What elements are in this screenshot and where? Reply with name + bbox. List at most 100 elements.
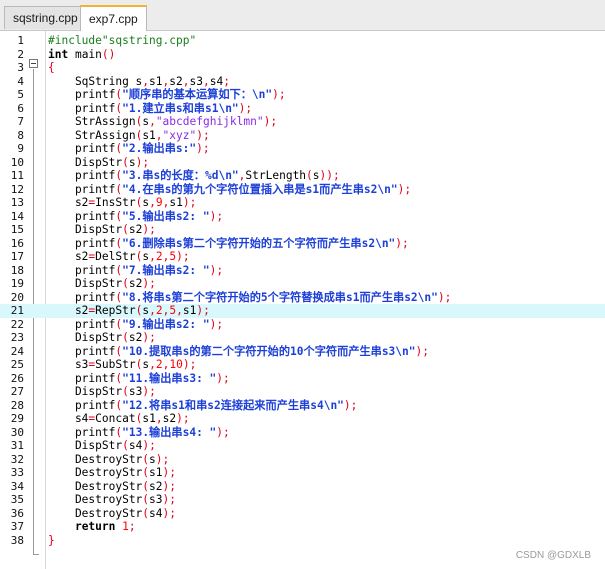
code-line[interactable]: 27 DispStr(s3);	[0, 385, 605, 399]
code-line[interactable]: 8 StrAssign(s1,"xyz");	[0, 129, 605, 143]
line-number: 29	[10, 412, 24, 425]
code-line[interactable]: 3{	[0, 61, 605, 75]
line-number: 4	[17, 74, 24, 88]
code-line[interactable]: 17 s2=DelStr(s,2,5);	[0, 250, 605, 264]
line-number: 14	[10, 209, 24, 223]
fold-guide-end	[33, 554, 39, 555]
line-number: 38	[10, 533, 24, 547]
code-line[interactable]: 16 printf("6.删除串s第二个字符开始的五个字符而产生串s2\n");	[0, 237, 605, 251]
code-line[interactable]: 2 int main()	[0, 48, 605, 62]
code-line[interactable]: 1 #include"sqstring.cpp"	[0, 34, 605, 48]
line-number: 26	[10, 371, 24, 385]
code-line[interactable]: 4 SqString s,s1,s2,s3,s4;	[0, 75, 605, 89]
code-line[interactable]: 13 s2=InsStr(s,9,s1);	[0, 196, 605, 210]
code-line[interactable]: 15 DispStr(s2);	[0, 223, 605, 237]
code-text: DispStr(s2);	[48, 331, 156, 344]
line-number: 11	[10, 169, 24, 182]
code-line[interactable]: 38}	[0, 534, 605, 548]
line-number: 34	[10, 479, 24, 493]
code-text: StrAssign(s,"abcdefghijklmn");	[48, 115, 278, 128]
code-line[interactable]: 28 printf("12.将串s1和串s2连接起来而产生串s4\n");	[0, 399, 605, 413]
line-number: 9	[17, 142, 24, 155]
line-number: 37	[10, 520, 24, 533]
code-text: DestroyStr(s1);	[48, 466, 177, 479]
code-line[interactable]: 18 printf("7.输出串s2: ");	[0, 264, 605, 278]
code-text: printf("13.输出串s4: ");	[48, 425, 230, 439]
line-number: 25	[10, 358, 24, 371]
line-number: 33	[10, 466, 24, 479]
code-text: printf("7.输出串s2: ");	[48, 263, 224, 277]
code-text: s4=Concat(s1,s2);	[48, 412, 190, 425]
code-text: printf("5.输出串s2: ");	[48, 209, 224, 223]
code-line[interactable]: 34 DestroyStr(s2);	[0, 480, 605, 494]
code-line[interactable]: 14 printf("5.输出串s2: ");	[0, 210, 605, 224]
line-number: 30	[10, 425, 24, 439]
code-text: printf("6.删除串s第二个字符开始的五个字符而产生串s2\n");	[48, 236, 409, 250]
code-line[interactable]: 11 printf("3.串s的长度：%d\n",StrLength(s));	[0, 169, 605, 183]
code-text: s2=DelStr(s,2,5);	[48, 250, 190, 263]
code-text: DestroyStr(s);	[48, 452, 170, 466]
code-text: printf("2.输出串s:");	[48, 142, 210, 155]
line-number: 32	[10, 452, 24, 466]
code-text: #include"sqstring.cpp"	[48, 34, 197, 47]
code-text: DestroyStr(s2);	[48, 479, 177, 493]
line-number: 24	[10, 344, 24, 358]
code-text: s3=SubStr(s,2,10);	[48, 358, 197, 371]
code-line[interactable]: 37 return 1;	[0, 520, 605, 534]
code-line[interactable]: 9 printf("2.输出串s:");	[0, 142, 605, 156]
line-number: 35	[10, 493, 24, 506]
code-text: printf("11.输出串s3: ");	[48, 371, 230, 385]
code-text: printf("3.串s的长度：%d\n",StrLength(s));	[48, 169, 340, 182]
line-number: 18	[10, 263, 24, 277]
code-line[interactable]: 31 DispStr(s4);	[0, 439, 605, 453]
code-line[interactable]: 33 DestroyStr(s1);	[0, 466, 605, 480]
code-line[interactable]: 22 printf("9.输出串s2: ");	[0, 318, 605, 332]
code-text: printf("8.将串s第二个字符开始的5个字符替换成串s1而产生串s2\n"…	[48, 290, 452, 304]
line-number: 20	[10, 290, 24, 304]
code-line[interactable]: 24 printf("10.提取串s的第二个字符开始的10个字符而产生串s3\n…	[0, 345, 605, 359]
code-line[interactable]: 20 printf("8.将串s第二个字符开始的5个字符替换成串s1而产生串s2…	[0, 291, 605, 305]
line-number: 2	[17, 47, 24, 61]
code-text: printf("10.提取串s的第二个字符开始的10个字符而产生串s3\n");	[48, 344, 429, 358]
code-text: s2=InsStr(s,9,s1);	[48, 196, 197, 209]
code-line[interactable]: 30 printf("13.输出串s4: ");	[0, 426, 605, 440]
code-line[interactable]: 7 StrAssign(s,"abcdefghijklmn");	[0, 115, 605, 129]
line-number: 31	[10, 439, 24, 452]
line-number: 13	[10, 196, 24, 209]
code-line[interactable]: 26 printf("11.输出串s3: ");	[0, 372, 605, 386]
code-line[interactable]: 19 DispStr(s2);	[0, 277, 605, 291]
line-number: 28	[10, 398, 24, 412]
code-text: s2=RepStr(s,2,5,s1);	[48, 304, 210, 317]
code-line[interactable]: 25 s3=SubStr(s,2,10);	[0, 358, 605, 372]
code-line[interactable]: 5 printf("顺序串的基本运算如下：\n");	[0, 88, 605, 102]
code-line[interactable]: 12 printf("4.在串s的第九个字符位置插入串是s1而产生串s2\n")…	[0, 183, 605, 197]
code-line[interactable]: 23 DispStr(s2);	[0, 331, 605, 345]
code-text: DispStr(s2);	[48, 277, 156, 290]
tab-sqstring-cpp[interactable]: sqstring.cpp	[4, 6, 87, 29]
line-number: 6	[17, 101, 24, 115]
code-line[interactable]: 32 DestroyStr(s);	[0, 453, 605, 467]
code-line[interactable]: 36 DestroyStr(s4);	[0, 507, 605, 521]
code-text: {	[48, 61, 55, 74]
watermark: CSDN @GDXLB	[515, 550, 591, 561]
code-line[interactable]: 6 printf("1.建立串s和串s1\n");	[0, 102, 605, 116]
tab-bar: sqstring.cpp exp7.cpp	[0, 0, 605, 31]
line-number: 22	[10, 317, 24, 331]
code-line[interactable]: 21 s2=RepStr(s,2,5,s1);	[0, 304, 605, 318]
code-text: printf("9.输出串s2: ");	[48, 317, 224, 331]
code-text: DispStr(s2);	[48, 223, 156, 236]
code-text: DestroyStr(s4);	[48, 506, 177, 520]
tab-exp7-cpp[interactable]: exp7.cpp	[80, 5, 147, 31]
line-number: 12	[10, 182, 24, 196]
code-text: DispStr(s);	[48, 155, 150, 169]
code-editor[interactable]: 1 #include"sqstring.cpp" 2 int main() 3{4 Sq…	[0, 31, 605, 569]
line-number: 3	[17, 61, 24, 74]
line-number: 23	[10, 331, 24, 344]
code-line[interactable]: 35 DestroyStr(s3);	[0, 493, 605, 507]
code-text: printf("顺序串的基本运算如下：\n");	[48, 88, 286, 101]
code-text: DispStr(s4);	[48, 439, 156, 452]
code-line[interactable]: 29 s4=Concat(s1,s2);	[0, 412, 605, 426]
code-line[interactable]: 10 DispStr(s);	[0, 156, 605, 170]
line-number: 10	[10, 155, 24, 169]
line-number: 15	[10, 223, 24, 236]
